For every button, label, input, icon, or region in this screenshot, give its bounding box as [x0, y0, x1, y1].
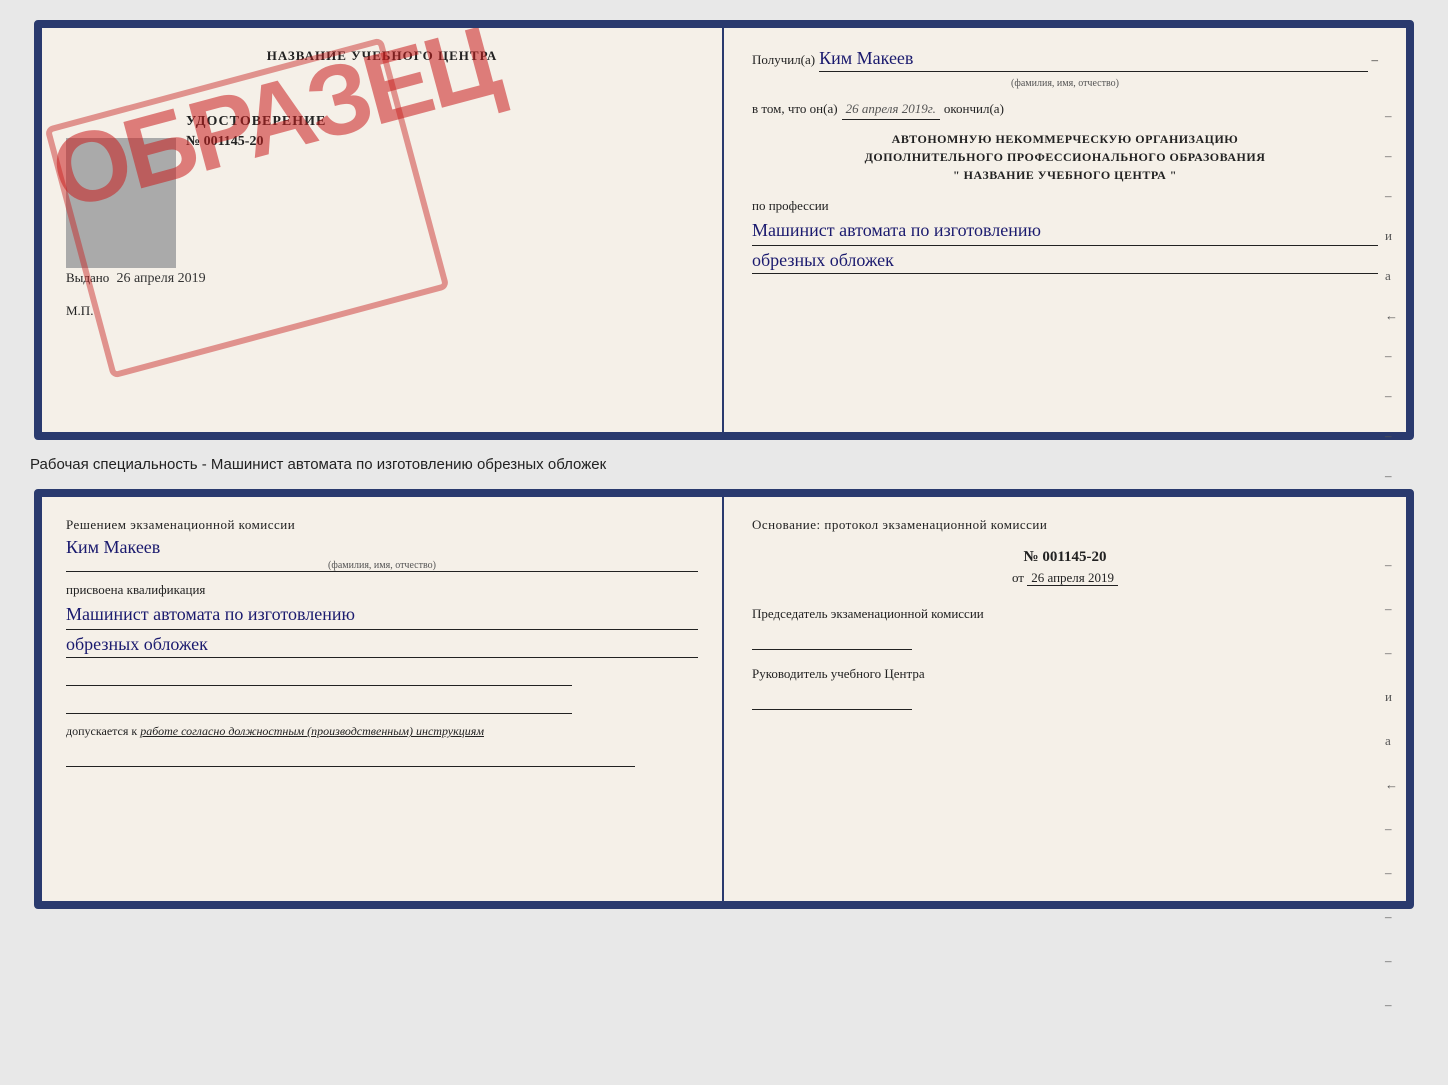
professiya-line2: обрезных обложек [752, 250, 1378, 274]
side-dashes-bottom: – – – и а ← – – – – – [1385, 557, 1398, 1013]
rukovoditel-signature-line [752, 690, 912, 710]
bdash-7: – [1385, 953, 1398, 969]
dash-4: – [1385, 348, 1398, 364]
completion-date: 26 апреля 2019г. [842, 101, 940, 120]
ot-date: от 26 апреля 2019 [752, 570, 1378, 586]
letter-i: и [1385, 228, 1398, 244]
caption-text: Рабочая специальность - Машинист автомат… [20, 456, 606, 473]
dopuskaetsya-prefix: допускается к [66, 724, 137, 738]
vydano-label: Выдано [66, 270, 109, 285]
vtom-line: в том, что он(а) 26 апреля 2019г. окончи… [752, 101, 1378, 120]
fio-hint-top: (фамилия, имя, отчество) [752, 78, 1378, 89]
bdash-4: – [1385, 821, 1398, 837]
rukovoditel-label: Руководитель учебного Центра [752, 666, 1378, 682]
kvali-line2: обрезных обложек [66, 634, 698, 658]
poluchil-line: Получил(а) Ким Макеев – [752, 48, 1378, 72]
bottom-doc-left: Решением экзаменационной комиссии Ким Ма… [42, 497, 724, 901]
letter-a: а [1385, 268, 1398, 284]
predsedatel-block: Председатель экзаменационной комиссии [752, 606, 1378, 650]
bdash-5: – [1385, 865, 1398, 881]
doc-number: № 001145-20 [186, 134, 698, 150]
bdash-2: – [1385, 601, 1398, 617]
dash-5: – [1385, 388, 1398, 404]
side-dashes-top: – – – и а ← – – – – [1385, 108, 1398, 484]
bottom-doc-right: Основание: протокол экзаменационной коми… [724, 497, 1406, 901]
po-professii-label: по профессии [752, 198, 1378, 214]
professiya-line1: Машинист автомата по изготовлению [752, 218, 1378, 246]
bdash-8: – [1385, 997, 1398, 1013]
vtom-label: в том, что он(а) [752, 101, 838, 117]
top-doc-left: НАЗВАНИЕ УЧЕБНОГО ЦЕНТРА УДОСТОВЕРЕНИЕ №… [42, 28, 724, 432]
dopuskaetsya-text: допускается к работе согласно должностны… [66, 724, 698, 739]
top-doc-right: Получил(а) Ким Макеев – (фамилия, имя, о… [724, 28, 1406, 432]
osnovanie-label: Основание: протокол экзаменационной коми… [752, 517, 1378, 533]
recipient-name-top: Ким Макеев [819, 48, 1367, 72]
ot-date-value: 26 апреля 2019 [1027, 570, 1118, 586]
ot-label: от [1012, 570, 1024, 585]
dash-1: – [1385, 108, 1398, 124]
org-line3: " НАЗВАНИЕ УЧЕБНОГО ЦЕНТРА " [752, 166, 1378, 184]
photo-placeholder [66, 138, 176, 268]
bletter-i: и [1385, 689, 1398, 705]
rukovoditel-block: Руководитель учебного Центра [752, 666, 1378, 710]
poluchil-label: Получил(а) [752, 52, 815, 68]
bdash-6: – [1385, 909, 1398, 925]
bottom-document-pair: Решением экзаменационной комиссии Ким Ма… [34, 489, 1414, 909]
vydano-line: Выдано 26 апреля 2019 [66, 270, 698, 287]
dash-after-name: – [1372, 52, 1379, 68]
resheniem-label: Решением экзаменационной комиссии [66, 517, 698, 533]
mp-label: М.П. [66, 303, 698, 319]
blank-line-2 [66, 694, 572, 714]
dash-3: – [1385, 188, 1398, 204]
blank-line-3 [66, 747, 635, 767]
bdash-1: – [1385, 557, 1398, 573]
vydano-date: 26 апреля 2019 [117, 271, 206, 286]
dash-6: – [1385, 428, 1398, 444]
udostoverenie-block: УДОСТОВЕРЕНИЕ № 001145-20 [186, 114, 698, 150]
school-title-top: НАЗВАНИЕ УЧЕБНОГО ЦЕНТРА [66, 48, 698, 64]
top-document-pair: НАЗВАНИЕ УЧЕБНОГО ЦЕНТРА УДОСТОВЕРЕНИЕ №… [34, 20, 1414, 440]
org-line2: ДОПОЛНИТЕЛЬНОГО ПРОФЕССИОНАЛЬНОГО ОБРАЗО… [752, 148, 1378, 166]
prisvoyena-label: присвоена квалификация [66, 582, 698, 598]
predsedatel-label: Председатель экзаменационной комиссии [752, 606, 1378, 622]
okonchil-label: окончил(а) [944, 101, 1004, 117]
org-line1: АВТОНОМНУЮ НЕКОММЕРЧЕСКУЮ ОРГАНИЗАЦИЮ [752, 130, 1378, 148]
fio-hint-bottom: (фамилия, имя, отчество) [66, 560, 698, 572]
blank-line-1 [66, 666, 572, 686]
dash-2: – [1385, 148, 1398, 164]
predsedatel-signature-line [752, 630, 912, 650]
kvali-line1: Машинист автомата по изготовлению [66, 602, 698, 630]
dash-7: – [1385, 468, 1398, 484]
barrow-left: ← [1385, 777, 1398, 793]
arrow-left: ← [1385, 308, 1398, 324]
udostoverenie-label: УДОСТОВЕРЕНИЕ [186, 114, 698, 130]
bletter-a: а [1385, 733, 1398, 749]
dopuskaetsya-italic: работе согласно должностным (производств… [140, 724, 484, 738]
protocol-number: № 001145-20 [752, 549, 1378, 566]
bdash-3: – [1385, 645, 1398, 661]
recipient-name-bottom: Ким Макеев [66, 537, 698, 558]
org-block: АВТОНОМНУЮ НЕКОММЕРЧЕСКУЮ ОРГАНИЗАЦИЮ ДО… [752, 130, 1378, 184]
